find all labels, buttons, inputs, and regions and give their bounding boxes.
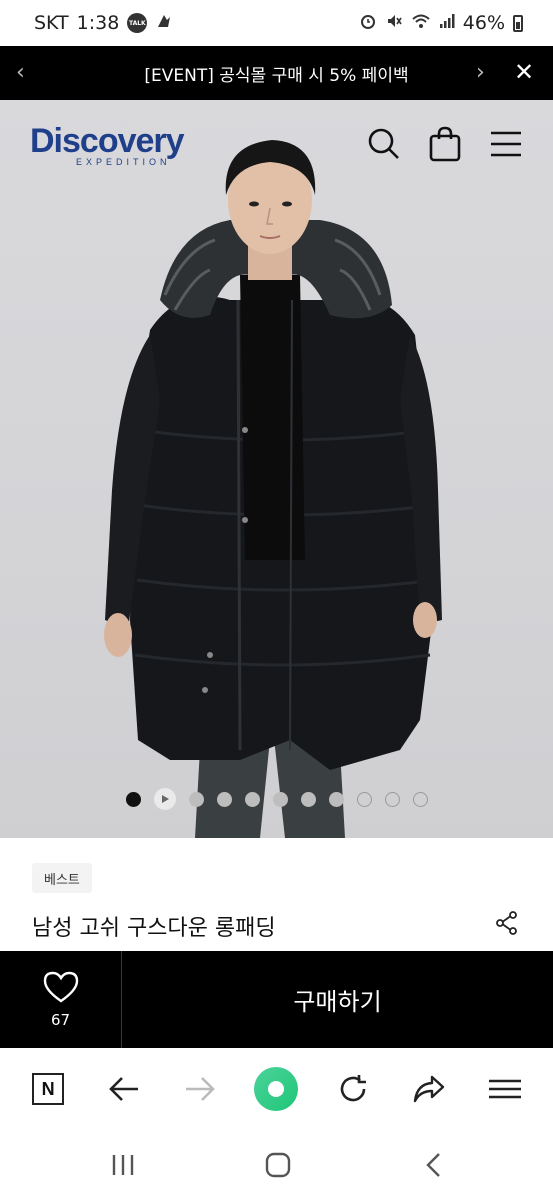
banner-prev-icon[interactable]: ‹ bbox=[16, 60, 25, 85]
gallery-dot[interactable] bbox=[356, 791, 372, 807]
system-back-icon[interactable] bbox=[414, 1150, 454, 1180]
brand-subtitle: EXPEDITION bbox=[76, 157, 171, 167]
banner-close-icon[interactable]: ✕ bbox=[514, 58, 534, 86]
menu-icon[interactable] bbox=[484, 122, 528, 166]
gallery-dot[interactable] bbox=[300, 791, 316, 807]
product-photo bbox=[104, 140, 442, 838]
alarm-icon bbox=[359, 12, 377, 35]
home-button-icon[interactable] bbox=[258, 1150, 298, 1180]
app-notification-icon bbox=[155, 12, 173, 35]
carrier-label: SKT bbox=[34, 12, 69, 34]
purchase-bar: 67 구매하기 bbox=[0, 951, 553, 1048]
gallery-dot-active[interactable] bbox=[125, 791, 141, 807]
status-right: 46% bbox=[359, 12, 523, 35]
naver-label: N bbox=[32, 1073, 65, 1105]
forward-arrow-icon[interactable] bbox=[175, 1064, 225, 1114]
banner-text[interactable]: [EVENT] 공식몰 구매 시 5% 페이백 bbox=[144, 61, 408, 86]
brand-logo[interactable]: Discovery EXPEDITION bbox=[30, 122, 185, 167]
event-banner[interactable]: ‹ [EVENT] 공식몰 구매 시 5% 페이백 › ✕ bbox=[0, 46, 553, 100]
battery-label: 46% bbox=[462, 12, 505, 34]
back-arrow-icon[interactable] bbox=[99, 1064, 149, 1114]
mute-icon bbox=[385, 12, 403, 35]
gallery-dot[interactable] bbox=[412, 791, 428, 807]
naver-icon[interactable]: N bbox=[23, 1064, 73, 1114]
search-icon[interactable] bbox=[362, 122, 406, 166]
home-icon[interactable] bbox=[251, 1064, 301, 1114]
browser-menu-icon[interactable] bbox=[480, 1064, 530, 1114]
gallery-dot[interactable] bbox=[272, 791, 288, 807]
gallery-dot[interactable] bbox=[384, 791, 400, 807]
wifi-icon bbox=[411, 12, 431, 35]
gallery-pagination[interactable] bbox=[0, 788, 553, 810]
product-image-gallery[interactable]: Discovery EXPEDITION bbox=[0, 100, 553, 838]
share-icon[interactable] bbox=[494, 910, 520, 936]
system-nav-bar bbox=[0, 1130, 553, 1200]
gallery-dot[interactable] bbox=[328, 791, 344, 807]
battery-icon bbox=[513, 14, 523, 32]
best-badge: 베스트 bbox=[32, 863, 92, 893]
reload-icon[interactable] bbox=[328, 1064, 378, 1114]
gallery-video-play-icon[interactable] bbox=[153, 788, 176, 810]
browser-toolbar: N bbox=[0, 1048, 553, 1130]
share-arrow-icon[interactable] bbox=[404, 1064, 454, 1114]
like-count: 67 bbox=[50, 1010, 71, 1029]
recent-apps-icon[interactable] bbox=[103, 1150, 143, 1180]
clock: 1:38 bbox=[76, 12, 120, 34]
banner-next-icon[interactable]: › bbox=[476, 60, 485, 85]
signal-icon bbox=[439, 12, 455, 34]
shopping-bag-icon[interactable] bbox=[423, 122, 467, 166]
product-title: 남성 고쉬 구스다운 롱패딩 bbox=[32, 916, 276, 941]
gallery-dot[interactable] bbox=[244, 791, 260, 807]
kakaotalk-icon: TALK bbox=[127, 13, 148, 33]
like-button[interactable]: 67 bbox=[0, 951, 122, 1048]
brand-name: Discovery bbox=[30, 122, 185, 160]
status-left: SKT 1:38 TALK bbox=[34, 12, 173, 35]
status-bar: SKT 1:38 TALK 46% bbox=[0, 0, 553, 46]
heart-icon[interactable] bbox=[43, 971, 79, 1007]
gallery-dot[interactable] bbox=[216, 791, 232, 807]
buy-button[interactable]: 구매하기 bbox=[122, 951, 553, 1048]
gallery-dot[interactable] bbox=[188, 791, 204, 807]
